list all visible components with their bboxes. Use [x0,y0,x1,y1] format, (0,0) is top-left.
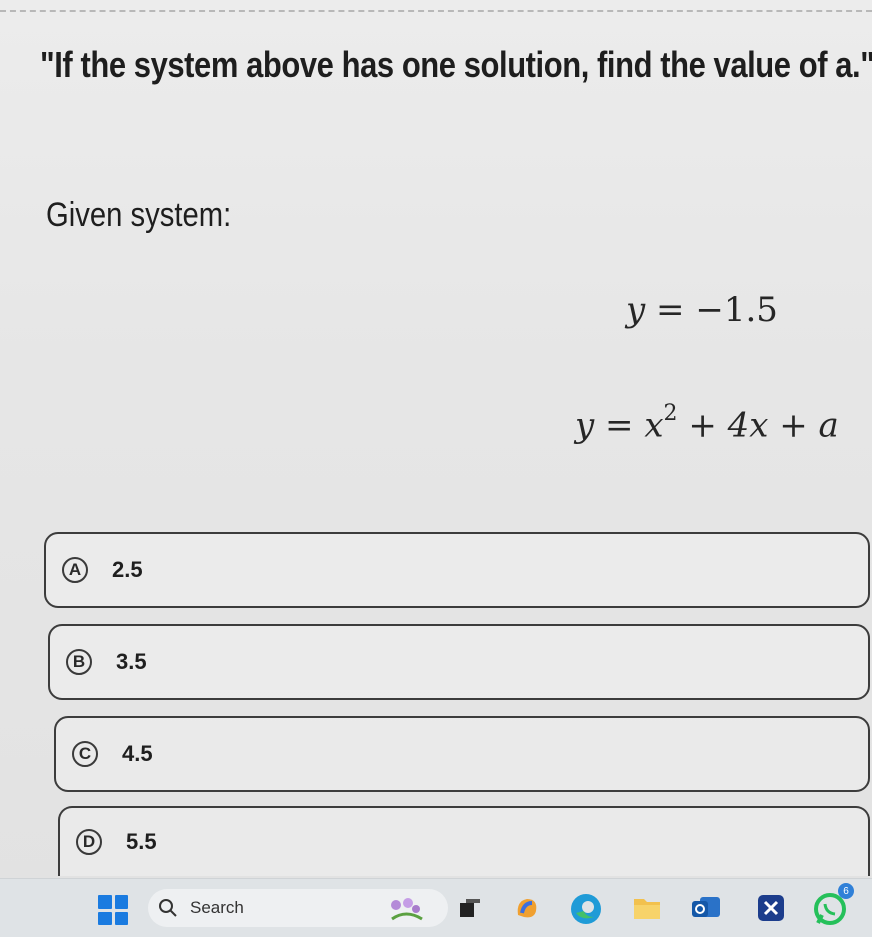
given-system-label: Given system: [46,196,232,234]
taskview-icon[interactable] [458,897,482,921]
option-c-value: 4.5 [122,741,153,766]
windows-taskbar: Search 6 [0,878,872,937]
eq2-lhs: y [575,405,595,446]
eq1-rhs: −1.5 [695,290,778,330]
eq2-rest: + 4x + a [688,405,839,446]
option-a-letter: A [62,557,88,583]
answer-option-c[interactable]: C 4.5 [54,716,870,792]
eq2-rel: = [605,405,634,446]
copilot-icon[interactable] [512,893,542,923]
eq1-lhs: y [626,290,646,330]
answer-option-d[interactable]: D 5.5 [58,806,870,876]
option-d-letter: D [76,829,102,855]
answer-option-a[interactable]: A 2.5 [44,532,870,608]
notification-badge: 6 [838,883,854,899]
option-a-value: 2.5 [112,557,143,582]
search-placeholder: Search [190,898,244,917]
search-icon [159,899,177,917]
widgets-flower-icon[interactable] [386,895,426,921]
eq2-var: x [644,405,664,446]
option-b-letter: B [66,649,92,675]
equation-1: y = −1.5 [626,290,778,330]
dashed-divider [0,10,872,12]
eq1-rel: = [656,290,685,330]
option-c-letter: C [72,741,98,767]
question-text: "If the system above has one solution, f… [40,44,872,85]
option-b-value: 3.5 [116,649,147,674]
answer-option-b[interactable]: B 3.5 [48,624,870,700]
equation-2: y = x2 + 4x + a [575,401,839,446]
outlook-icon[interactable] [690,893,722,923]
edge-icon[interactable] [568,891,604,927]
snipping-tool-icon[interactable] [756,893,786,923]
eq2-exponent: 2 [663,401,678,426]
windows-start-icon[interactable] [98,895,128,925]
taskbar-search-box[interactable]: Search [148,889,448,927]
file-explorer-icon[interactable] [632,895,662,921]
option-d-value: 5.5 [126,829,157,854]
